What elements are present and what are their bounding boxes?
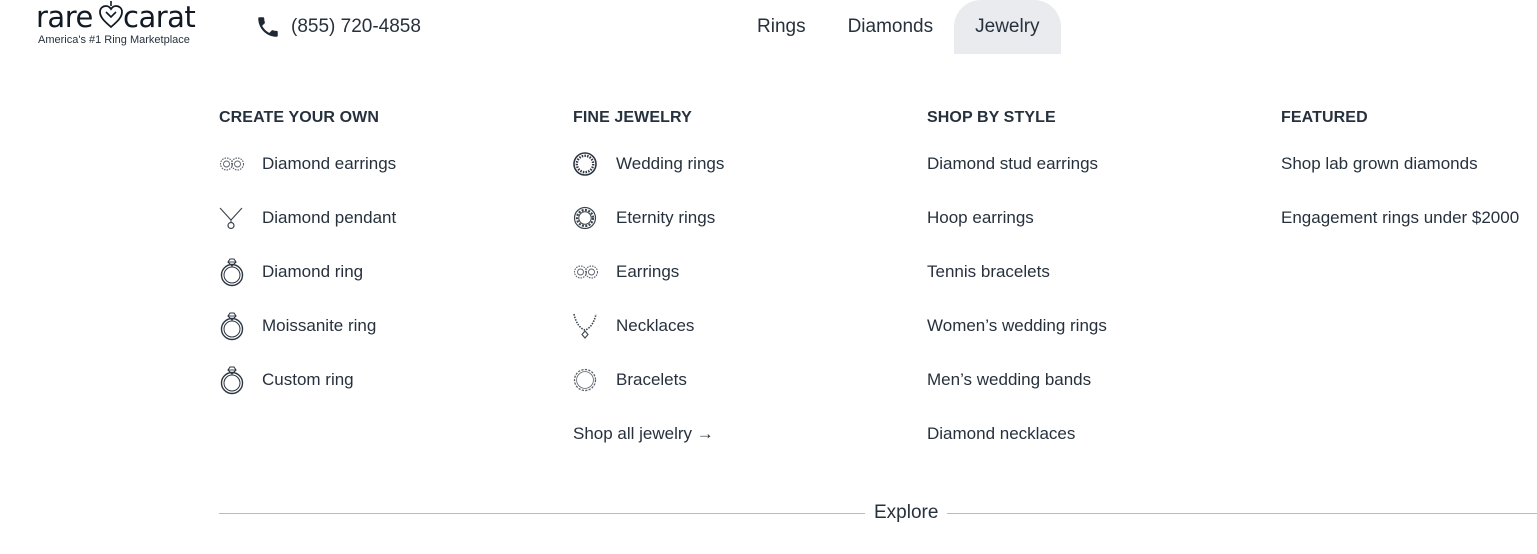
column-heading: FEATURED — [1281, 109, 1368, 126]
menu-item-diamond-earrings[interactable]: Diamond earrings — [219, 153, 559, 207]
shop-all-label: Shop all jewelry → — [573, 424, 714, 443]
nav-rings[interactable]: Rings — [736, 0, 827, 54]
menu-item-label: Earrings — [616, 262, 680, 281]
menu-item-diamond-necklaces[interactable]: Diamond necklaces — [927, 423, 1267, 477]
nav-diamonds[interactable]: Diamonds — [827, 0, 955, 54]
menu-item-mens-wedding-bands[interactable]: Men’s wedding bands — [927, 369, 1267, 423]
menu-item-tennis-bracelets[interactable]: Tennis bracelets — [927, 261, 1267, 315]
wedding-ring-icon — [573, 151, 599, 177]
divider-line-left — [219, 513, 865, 514]
menu-column-featured: FEATURED Shop lab grown diamonds Engagem… — [1281, 108, 1537, 261]
menu-item-label: Necklaces — [616, 316, 695, 335]
menu-item-label: Bracelets — [616, 370, 687, 389]
ring-icon — [219, 312, 245, 341]
explore-divider: Explore — [219, 502, 1537, 528]
menu-item-necklaces[interactable]: Necklaces — [573, 313, 913, 369]
menu-item-engagement-rings-under-2000[interactable]: Engagement rings under $2000 — [1281, 207, 1537, 261]
menu-item-eternity-rings[interactable]: Eternity rings — [573, 205, 913, 261]
menu-item-label: Moissanite ring — [262, 316, 377, 335]
earrings-icon — [219, 151, 245, 177]
heart-diamond-icon — [99, 1, 123, 29]
earrings-icon — [573, 259, 599, 285]
nav-jewelry[interactable]: Jewelry — [954, 0, 1061, 54]
bracelet-icon — [573, 367, 599, 393]
menu-item-earrings[interactable]: Earrings — [573, 261, 913, 315]
phone-icon — [258, 17, 278, 37]
menu-item-bracelets[interactable]: Bracelets — [573, 367, 913, 423]
menu-item-label: Diamond ring — [262, 262, 364, 281]
menu-item-label: Tennis bracelets — [927, 262, 1050, 281]
menu-item-label: Diamond stud earrings — [927, 154, 1099, 173]
divider-line-right — [947, 513, 1537, 514]
explore-label[interactable]: Explore — [874, 502, 938, 524]
menu-item-label: Shop lab grown diamonds — [1281, 154, 1478, 173]
menu-item-moissanite-ring[interactable]: Moissanite ring — [219, 312, 559, 369]
menu-item-womens-wedding-rings[interactable]: Women’s wedding rings — [927, 315, 1267, 369]
menu-item-label: Custom ring — [262, 370, 354, 389]
menu-item-lab-grown-diamonds[interactable]: Shop lab grown diamonds — [1281, 153, 1537, 207]
menu-item-label: Hoop earrings — [927, 208, 1034, 227]
ring-icon — [219, 366, 245, 395]
menu-column-fine-jewelry: FINE JEWELRY Wedding rings Eternity ring… — [573, 108, 913, 477]
top-nav: Rings Diamonds Jewelry — [736, 0, 1061, 54]
menu-item-label: Engagement rings under $2000 — [1281, 208, 1520, 227]
menu-item-label: Diamond necklaces — [927, 424, 1076, 443]
menu-item-wedding-rings[interactable]: Wedding rings — [573, 151, 913, 207]
column-heading: FINE JEWELRY — [573, 109, 692, 126]
menu-item-label: Men’s wedding bands — [927, 370, 1092, 389]
shop-all-jewelry-link[interactable]: Shop all jewelry → — [573, 423, 913, 477]
eternity-ring-icon — [573, 205, 599, 231]
pendant-icon — [219, 205, 245, 231]
logo-tagline: America's #1 Ring Marketplace — [38, 34, 190, 46]
menu-item-label: Wedding rings — [616, 154, 725, 173]
ring-icon — [219, 258, 245, 287]
logo-word-rare: rare — [36, 0, 93, 34]
menu-column-shop-by-style: SHOP BY STYLE Diamond stud earrings Hoop… — [927, 108, 1267, 477]
menu-column-create: CREATE YOUR OWN Diamond earrings Diamond… — [219, 108, 559, 423]
phone-link[interactable]: (855) 720-4858 — [255, 13, 421, 41]
menu-item-diamond-ring[interactable]: Diamond ring — [219, 258, 559, 315]
necklace-icon — [573, 313, 599, 339]
menu-item-label: Diamond earrings — [262, 154, 397, 173]
menu-item-label: Diamond pendant — [262, 208, 397, 227]
phone-number: (855) 720-4858 — [291, 16, 421, 37]
menu-item-diamond-stud-earrings[interactable]: Diamond stud earrings — [927, 153, 1267, 207]
menu-item-label: Women’s wedding rings — [927, 316, 1107, 335]
column-heading: CREATE YOUR OWN — [219, 109, 380, 126]
rare-carat-logo[interactable]: rare carat America's #1 Ring Marketplace — [36, 0, 206, 50]
menu-item-diamond-pendant[interactable]: Diamond pendant — [219, 207, 559, 261]
menu-item-custom-ring[interactable]: Custom ring — [219, 366, 559, 423]
menu-item-label: Eternity rings — [616, 208, 716, 227]
column-heading: SHOP BY STYLE — [927, 109, 1056, 126]
logo-word-carat: carat — [123, 0, 196, 34]
menu-item-hoop-earrings[interactable]: Hoop earrings — [927, 207, 1267, 261]
